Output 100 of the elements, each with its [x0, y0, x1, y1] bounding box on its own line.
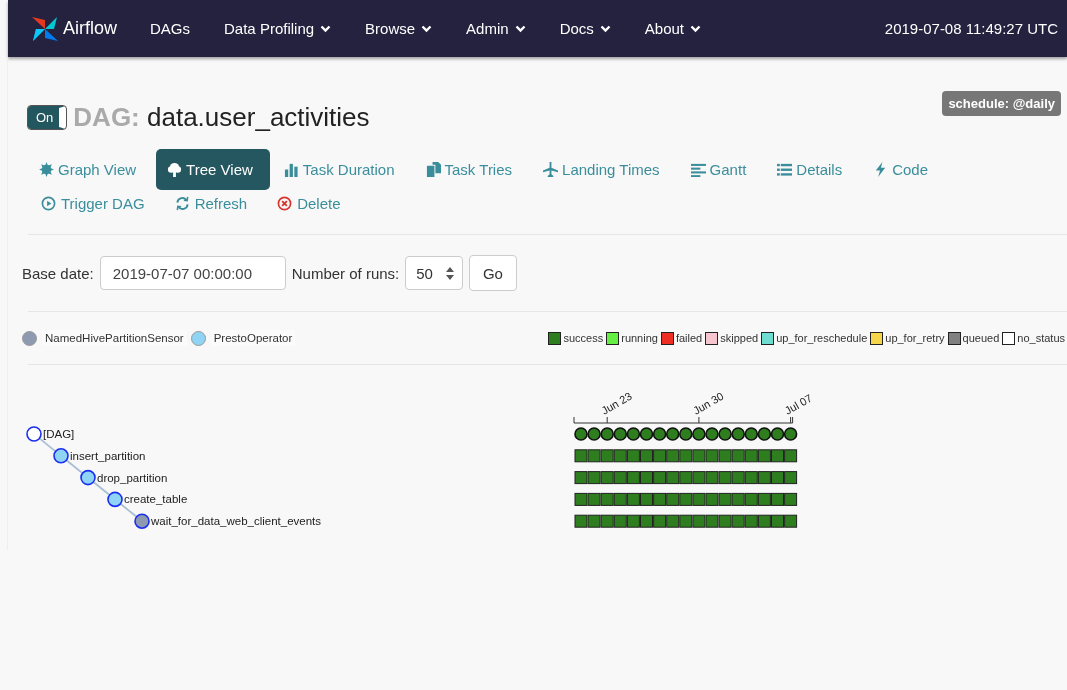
- nav-menu-item[interactable]: Docs: [559, 20, 611, 37]
- dag-run-circle[interactable]: [731, 427, 745, 441]
- task-instance-square[interactable]: [653, 471, 667, 485]
- task-instance-square[interactable]: [692, 449, 706, 463]
- task-instance-square[interactable]: [679, 449, 693, 463]
- dag-run-circle[interactable]: [705, 427, 719, 441]
- task-instance-square[interactable]: [653, 449, 667, 463]
- task-instance-square[interactable]: [613, 492, 627, 506]
- task-instance-square[interactable]: [626, 492, 640, 506]
- task-instance-square[interactable]: [784, 471, 798, 485]
- task-instance-square[interactable]: [744, 449, 758, 463]
- task-instance-square[interactable]: [757, 471, 771, 485]
- task-instance-square[interactable]: [705, 514, 719, 528]
- action-link[interactable]: Trigger DAG: [28, 191, 162, 222]
- task-instance-square[interactable]: [718, 449, 732, 463]
- dag-run-circle[interactable]: [744, 427, 759, 441]
- task-instance-square[interactable]: [587, 449, 601, 463]
- task-instance-square[interactable]: [613, 514, 627, 528]
- task-instance-square[interactable]: [574, 449, 588, 463]
- task-instance-square[interactable]: [771, 514, 784, 528]
- task-instance-square[interactable]: [718, 514, 732, 528]
- task-instance-square[interactable]: [718, 471, 732, 485]
- task-instance-square[interactable]: [666, 492, 680, 506]
- dag-run-circle[interactable]: [574, 427, 588, 441]
- task-instance-square[interactable]: [653, 492, 667, 506]
- view-tab[interactable]: Details: [766, 149, 860, 190]
- task-instance-square[interactable]: [587, 514, 601, 528]
- tree-node[interactable]: [26, 426, 42, 442]
- action-link[interactable]: Refresh: [161, 191, 265, 222]
- task-instance-square[interactable]: [705, 449, 719, 463]
- task-instance-square[interactable]: [640, 514, 653, 528]
- nav-menu-item[interactable]: About: [644, 20, 702, 37]
- task-instance-square[interactable]: [731, 449, 745, 463]
- dag-run-circle[interactable]: [783, 427, 798, 441]
- view-tab[interactable]: Landing Times: [532, 149, 677, 190]
- task-instance-square[interactable]: [771, 449, 784, 463]
- view-tab[interactable]: Task Tries: [414, 149, 530, 190]
- dag-run-circle[interactable]: [757, 427, 772, 441]
- task-instance-square[interactable]: [626, 514, 640, 528]
- tree-node[interactable]: [107, 491, 123, 508]
- task-instance-square[interactable]: [587, 471, 601, 485]
- task-instance-square[interactable]: [757, 449, 771, 463]
- task-instance-square[interactable]: [784, 449, 798, 463]
- task-instance-square[interactable]: [613, 471, 627, 485]
- tree-node[interactable]: [134, 513, 150, 529]
- tree-node[interactable]: [53, 448, 69, 464]
- task-instance-square[interactable]: [626, 449, 640, 463]
- dag-toggle[interactable]: On: [28, 105, 67, 129]
- task-instance-square[interactable]: [600, 471, 614, 485]
- dag-run-circle[interactable]: [613, 427, 628, 441]
- view-tab[interactable]: Graph View: [28, 149, 154, 190]
- task-instance-square[interactable]: [692, 514, 706, 528]
- go-button[interactable]: Go: [468, 255, 517, 291]
- view-tab[interactable]: Task Duration: [272, 149, 412, 190]
- task-instance-square[interactable]: [692, 492, 706, 506]
- task-instance-square[interactable]: [718, 492, 732, 506]
- dag-run-circle[interactable]: [692, 427, 706, 441]
- nav-menu-item[interactable]: Admin: [466, 20, 526, 37]
- task-instance-square[interactable]: [784, 492, 798, 506]
- dag-run-circle[interactable]: [600, 427, 614, 441]
- task-instance-square[interactable]: [692, 471, 706, 485]
- task-instance-square[interactable]: [757, 492, 771, 506]
- dag-run-circle[interactable]: [652, 427, 667, 441]
- task-instance-square[interactable]: [600, 449, 614, 463]
- task-instance-square[interactable]: [744, 492, 758, 506]
- action-link[interactable]: Delete: [264, 191, 358, 222]
- dag-run-circle[interactable]: [770, 427, 785, 441]
- task-instance-square[interactable]: [574, 492, 588, 506]
- task-instance-square[interactable]: [679, 471, 693, 485]
- tree-node[interactable]: [80, 469, 96, 486]
- task-instance-square[interactable]: [600, 492, 614, 506]
- dag-run-circle[interactable]: [626, 427, 641, 441]
- task-instance-square[interactable]: [653, 514, 667, 528]
- view-tab[interactable]: Gantt: [679, 149, 764, 190]
- task-instance-square[interactable]: [744, 514, 758, 528]
- dag-run-circle[interactable]: [587, 427, 601, 441]
- task-instance-square[interactable]: [771, 471, 784, 485]
- task-instance-square[interactable]: [613, 449, 627, 463]
- task-instance-square[interactable]: [640, 471, 653, 485]
- task-instance-square[interactable]: [600, 514, 614, 528]
- task-instance-square[interactable]: [771, 492, 784, 506]
- task-instance-square[interactable]: [666, 514, 680, 528]
- dag-run-circle[interactable]: [639, 427, 654, 441]
- task-instance-square[interactable]: [705, 471, 719, 485]
- task-instance-square[interactable]: [666, 471, 680, 485]
- task-instance-square[interactable]: [587, 492, 601, 506]
- task-instance-square[interactable]: [731, 471, 745, 485]
- nav-menu-item[interactable]: Data Profiling: [224, 20, 332, 37]
- nav-menu-item[interactable]: DAGs: [150, 20, 191, 37]
- task-instance-square[interactable]: [757, 514, 771, 528]
- task-instance-square[interactable]: [731, 514, 745, 528]
- task-instance-square[interactable]: [574, 471, 588, 485]
- task-instance-square[interactable]: [705, 492, 719, 506]
- task-instance-square[interactable]: [640, 492, 653, 506]
- base-date-field[interactable]: 2019-07-07 00:00:00: [99, 256, 286, 290]
- task-instance-square[interactable]: [744, 471, 758, 485]
- dag-run-circle[interactable]: [665, 427, 680, 441]
- dag-run-circle[interactable]: [679, 427, 693, 441]
- view-tab[interactable]: Tree View: [156, 149, 270, 190]
- task-instance-square[interactable]: [626, 471, 640, 485]
